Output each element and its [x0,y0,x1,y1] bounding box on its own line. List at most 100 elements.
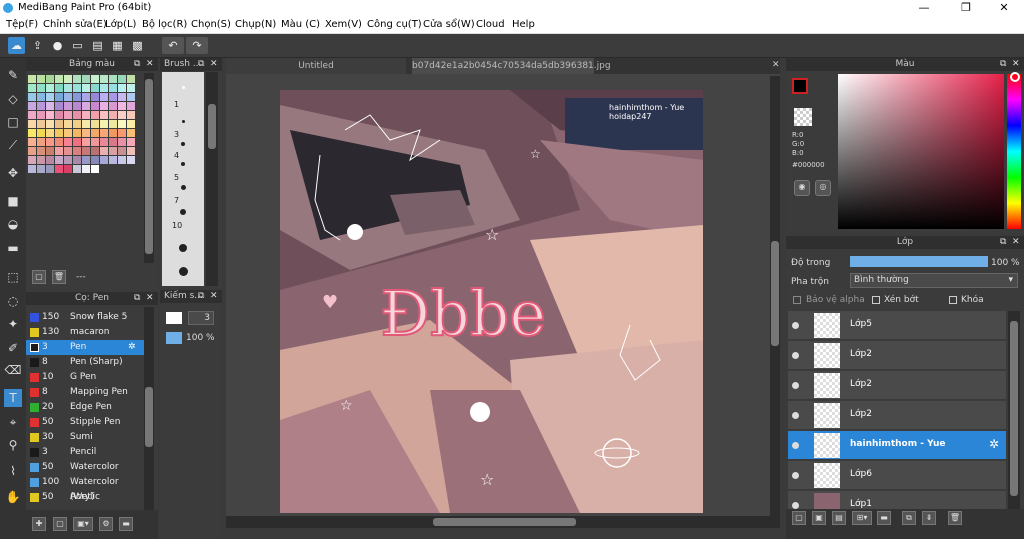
color-swatch[interactable] [127,75,135,83]
add-layer-menu-icon[interactable]: ⊞▾ [852,511,872,525]
brush-item[interactable]: 30 Sumi [26,430,144,445]
color-swatch[interactable] [82,129,90,137]
color-swatch[interactable] [91,120,99,128]
color-swatch[interactable] [118,84,126,92]
brush-list-scrollbar[interactable] [144,307,154,512]
color-swatch[interactable] [64,120,72,128]
visibility-icon[interactable] [792,382,799,389]
color-swatch[interactable] [55,102,63,110]
color-swatch[interactable] [46,156,54,164]
color-swatch[interactable] [82,102,90,110]
color-swatch[interactable] [118,138,126,146]
add-brush-icon[interactable]: ✚ [32,517,46,531]
brush-item[interactable]: 20 Edge Pen [26,400,144,415]
color-swatch[interactable] [82,138,90,146]
visibility-icon[interactable] [792,322,799,329]
color-swatch[interactable] [55,138,63,146]
size-dot[interactable] [179,267,188,276]
transparent-color-swatch[interactable] [794,108,812,126]
gear-icon[interactable]: ✲ [128,340,136,355]
color-swatch[interactable] [37,138,45,146]
color-swatch[interactable] [118,111,126,119]
visibility-icon[interactable] [792,412,799,419]
color-swatch[interactable] [46,138,54,146]
color-swatch[interactable] [73,129,81,137]
page-manager-icon[interactable]: ▦ [109,37,126,54]
canvas-horizontal-scrollbar[interactable] [226,516,780,528]
color-swatch[interactable] [73,138,81,146]
new-halftone-layer-icon[interactable]: ▣ [812,511,826,525]
color-swatch[interactable] [73,111,81,119]
brush-size-close-icon[interactable]: ✕ [210,58,218,71]
protect-alpha-checkbox[interactable] [793,296,801,304]
brush-list-float-icon[interactable]: ⧉ [134,292,140,305]
gear-icon[interactable]: ✲ [989,437,999,451]
brush-item[interactable]: 8 Mapping Pen [26,385,144,400]
color-swatch[interactable] [37,93,45,101]
layer-row[interactable]: Lớp5 [788,311,1006,340]
cloud-icon[interactable]: ☁ [8,37,25,54]
color-swatch[interactable] [100,111,108,119]
color-swatch[interactable] [37,120,45,128]
color-swatch[interactable] [109,120,117,128]
color-swatch[interactable] [73,147,81,155]
color-saturation-picker[interactable] [838,74,1004,229]
color-swatch[interactable] [127,120,135,128]
color-swatch[interactable] [37,75,45,83]
color-swatch[interactable] [100,138,108,146]
color-swatch[interactable] [46,75,54,83]
size-dot[interactable] [181,185,186,190]
gradient-icon[interactable]: ▬ [4,239,22,257]
palette-float-icon[interactable]: ⧉ [134,58,140,71]
hue-handle[interactable] [1010,72,1020,82]
color-swatch[interactable] [73,102,81,110]
color-swatch[interactable] [64,93,72,101]
size-dot[interactable] [182,86,185,89]
color-close-icon[interactable]: ✕ [1012,58,1020,71]
tab-close-icon[interactable]: ✕ [772,60,780,70]
color-swatch[interactable] [73,120,81,128]
color-swatch[interactable] [109,93,117,101]
color-swatch[interactable] [91,93,99,101]
brush-property-float-icon[interactable]: ⧉ [198,290,204,303]
color-swatch[interactable] [82,156,90,164]
brush-item[interactable]: 10 G Pen [26,370,144,385]
tab-untitled[interactable]: Untitled [226,58,406,74]
color-swatch[interactable] [55,75,63,83]
color-swatch[interactable] [118,75,126,83]
clip-checkbox[interactable] [872,296,880,304]
color-swatch[interactable] [28,93,36,101]
color-swatch[interactable] [64,75,72,83]
color-swatch[interactable] [28,156,36,164]
color-swatch[interactable] [109,111,117,119]
layer-opacity-slider[interactable] [850,256,988,267]
color-swatch[interactable] [28,165,36,173]
layer-row[interactable]: Lớp1 [788,491,1006,509]
menu-cloud[interactable]: Cloud [476,19,505,30]
layer-row[interactable]: Lớp2 [788,401,1006,430]
color-swatch[interactable] [100,147,108,155]
color-swatch[interactable] [82,165,90,173]
color-swatch[interactable] [127,147,135,155]
brush-size-scrollbar[interactable] [206,72,218,286]
color-swatch[interactable] [82,120,90,128]
share-icon[interactable]: ⇪ [29,37,46,54]
color-swatch[interactable] [46,102,54,110]
brush-tool-icon[interactable]: ✎ [4,66,22,84]
color-swatch[interactable] [91,165,99,173]
color-swatch[interactable] [55,111,63,119]
size-dot[interactable] [182,120,185,123]
swatch-grid[interactable] [28,75,140,265]
color-swatch[interactable] [28,138,36,146]
color-swatch[interactable] [46,84,54,92]
color-swatch[interactable] [28,102,36,110]
line-tool-icon[interactable]: ⟋ [4,136,22,154]
color-swatch[interactable] [82,93,90,101]
visibility-icon[interactable] [792,502,799,509]
color-swatch[interactable] [82,111,90,119]
brush-item[interactable]: 100 Watercolor (Wet) [26,475,144,502]
brush-item[interactable]: 3 Pen ✲ [26,340,144,355]
color-swatch[interactable] [55,165,63,173]
size-dot[interactable] [181,162,185,166]
color-swatch[interactable] [91,147,99,155]
